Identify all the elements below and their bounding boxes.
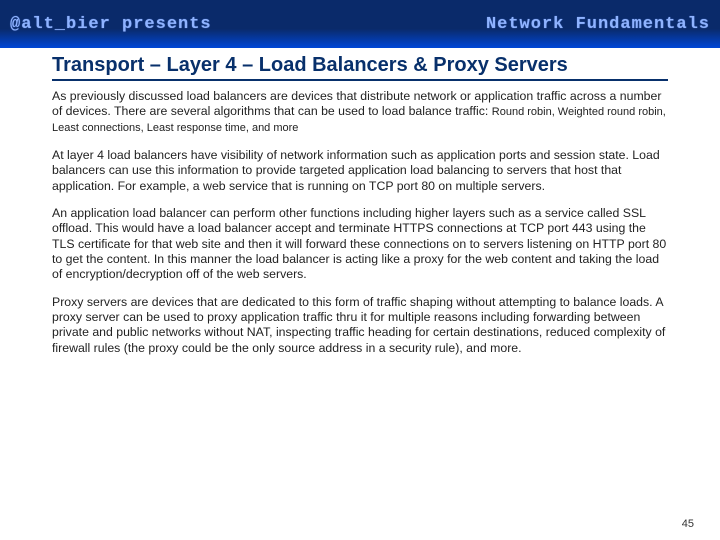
paragraph-3: An application load balancer can perform… <box>52 206 668 283</box>
page-number: 45 <box>682 518 694 530</box>
slide-content: Transport – Layer 4 – Load Balancers & P… <box>0 48 720 356</box>
paragraph-1: As previously discussed load balancers a… <box>52 89 668 136</box>
paragraph-2: At layer 4 load balancers have visibilit… <box>52 148 668 194</box>
slide: @alt_bier presents Network Fundamentals … <box>0 0 720 540</box>
slide-banner: @alt_bier presents Network Fundamentals <box>0 0 720 48</box>
banner-left-text: @alt_bier presents <box>10 15 212 34</box>
slide-title: Transport – Layer 4 – Load Balancers & P… <box>52 54 668 81</box>
paragraph-4: Proxy servers are devices that are dedic… <box>52 295 668 356</box>
banner-right-text: Network Fundamentals <box>486 15 710 34</box>
